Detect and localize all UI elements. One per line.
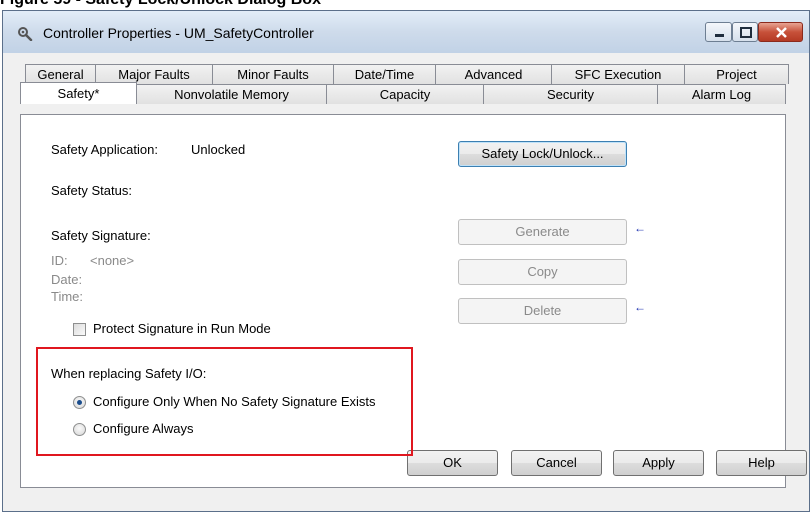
safety-application-label: Safety Application: (51, 142, 158, 157)
maximize-icon (740, 27, 752, 38)
pointer-arrow-icon: ← (634, 300, 646, 314)
pointer-arrow-icon: ← (634, 221, 646, 235)
tab-nonvolatile-memory[interactable]: Nonvolatile Memory (136, 84, 327, 104)
delete-button[interactable]: Delete (458, 298, 627, 324)
protect-signature-checkbox[interactable] (73, 323, 86, 336)
tab-capacity[interactable]: Capacity (326, 84, 484, 104)
tab-alarm-log[interactable]: Alarm Log (657, 84, 786, 104)
safety-lock-unlock-button[interactable]: Safety Lock/Unlock... (458, 141, 627, 167)
tab-minor-faults[interactable]: Minor Faults (212, 64, 334, 84)
minimize-button[interactable] (705, 22, 732, 42)
protect-signature-label: Protect Signature in Run Mode (93, 321, 271, 336)
tab-project[interactable]: Project (684, 64, 789, 84)
window-title: Controller Properties - UM_SafetyControl… (43, 25, 314, 41)
safety-status-label: Safety Status: (51, 183, 132, 198)
safety-application-value: Unlocked (191, 142, 246, 157)
cancel-button[interactable]: Cancel (511, 450, 602, 476)
copy-button[interactable]: Copy (458, 259, 627, 285)
help-button[interactable]: Help (716, 450, 807, 476)
signature-id-label: ID: (51, 253, 68, 268)
signature-time-label: Time: (51, 289, 84, 304)
maximize-button[interactable] (732, 22, 758, 42)
title-bar[interactable]: Controller Properties - UM_SafetyControl… (3, 11, 809, 53)
signature-id-value: <none> (90, 253, 135, 268)
safety-signature-label: Safety Signature: (51, 228, 151, 243)
highlight-box (36, 347, 413, 456)
signature-date-label: Date: (51, 272, 83, 287)
tab-advanced[interactable]: Advanced (435, 64, 552, 84)
tab-safety[interactable]: Safety* (20, 82, 137, 104)
tab-major-faults[interactable]: Major Faults (95, 64, 213, 84)
apply-button[interactable]: Apply (613, 450, 704, 476)
ok-button[interactable]: OK (407, 450, 498, 476)
tab-date-time[interactable]: Date/Time (333, 64, 436, 84)
close-button[interactable] (758, 22, 803, 42)
document-caption-cut: Figure 59 - Safety Lock/Unlock Dialog Bo… (0, 0, 812, 10)
close-icon (776, 27, 787, 38)
controller-properties-icon (18, 27, 33, 41)
minimize-icon (715, 34, 724, 37)
tab-sfc-execution[interactable]: SFC Execution (551, 64, 685, 84)
tab-general[interactable]: General (25, 64, 96, 84)
generate-button[interactable]: Generate (458, 219, 627, 245)
tab-security[interactable]: Security (483, 84, 658, 104)
